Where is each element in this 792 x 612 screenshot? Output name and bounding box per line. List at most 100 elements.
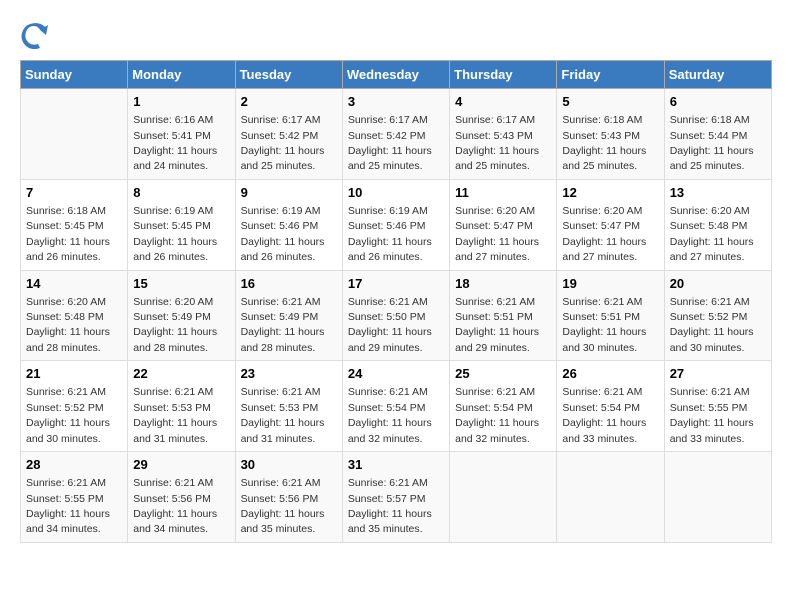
day-number: 11 xyxy=(455,184,551,202)
calendar-cell: 10 Sunrise: 6:19 AMSunset: 5:46 PMDaylig… xyxy=(342,179,449,270)
day-info: Sunrise: 6:17 AMSunset: 5:42 PMDaylight:… xyxy=(348,114,432,172)
header-day: Tuesday xyxy=(235,61,342,89)
day-number: 24 xyxy=(348,365,444,383)
calendar-cell: 23 Sunrise: 6:21 AMSunset: 5:53 PMDaylig… xyxy=(235,361,342,452)
day-info: Sunrise: 6:21 AMSunset: 5:57 PMDaylight:… xyxy=(348,477,432,535)
day-number: 17 xyxy=(348,275,444,293)
calendar-cell: 2 Sunrise: 6:17 AMSunset: 5:42 PMDayligh… xyxy=(235,89,342,180)
calendar-cell: 25 Sunrise: 6:21 AMSunset: 5:54 PMDaylig… xyxy=(450,361,557,452)
calendar-cell: 4 Sunrise: 6:17 AMSunset: 5:43 PMDayligh… xyxy=(450,89,557,180)
day-info: Sunrise: 6:21 AMSunset: 5:56 PMDaylight:… xyxy=(241,477,325,535)
calendar-cell: 27 Sunrise: 6:21 AMSunset: 5:55 PMDaylig… xyxy=(664,361,771,452)
day-number: 28 xyxy=(26,456,122,474)
calendar-cell: 6 Sunrise: 6:18 AMSunset: 5:44 PMDayligh… xyxy=(664,89,771,180)
day-number: 18 xyxy=(455,275,551,293)
calendar-cell: 22 Sunrise: 6:21 AMSunset: 5:53 PMDaylig… xyxy=(128,361,235,452)
day-number: 1 xyxy=(133,93,229,111)
logo xyxy=(20,20,54,50)
calendar-cell xyxy=(664,452,771,543)
header-row: SundayMondayTuesdayWednesdayThursdayFrid… xyxy=(21,61,772,89)
day-info: Sunrise: 6:19 AMSunset: 5:45 PMDaylight:… xyxy=(133,205,217,263)
day-number: 14 xyxy=(26,275,122,293)
day-info: Sunrise: 6:17 AMSunset: 5:43 PMDaylight:… xyxy=(455,114,539,172)
day-info: Sunrise: 6:21 AMSunset: 5:54 PMDaylight:… xyxy=(455,386,539,444)
day-number: 3 xyxy=(348,93,444,111)
calendar-cell: 14 Sunrise: 6:20 AMSunset: 5:48 PMDaylig… xyxy=(21,270,128,361)
calendar-body: 1 Sunrise: 6:16 AMSunset: 5:41 PMDayligh… xyxy=(21,89,772,543)
day-info: Sunrise: 6:20 AMSunset: 5:48 PMDaylight:… xyxy=(670,205,754,263)
calendar-cell: 1 Sunrise: 6:16 AMSunset: 5:41 PMDayligh… xyxy=(128,89,235,180)
day-info: Sunrise: 6:21 AMSunset: 5:51 PMDaylight:… xyxy=(562,296,646,354)
day-number: 30 xyxy=(241,456,337,474)
day-number: 26 xyxy=(562,365,658,383)
day-info: Sunrise: 6:21 AMSunset: 5:54 PMDaylight:… xyxy=(562,386,646,444)
day-info: Sunrise: 6:21 AMSunset: 5:51 PMDaylight:… xyxy=(455,296,539,354)
week-row: 14 Sunrise: 6:20 AMSunset: 5:48 PMDaylig… xyxy=(21,270,772,361)
calendar-cell: 29 Sunrise: 6:21 AMSunset: 5:56 PMDaylig… xyxy=(128,452,235,543)
day-number: 27 xyxy=(670,365,766,383)
day-number: 10 xyxy=(348,184,444,202)
calendar-cell: 11 Sunrise: 6:20 AMSunset: 5:47 PMDaylig… xyxy=(450,179,557,270)
calendar-cell: 5 Sunrise: 6:18 AMSunset: 5:43 PMDayligh… xyxy=(557,89,664,180)
calendar-cell: 3 Sunrise: 6:17 AMSunset: 5:42 PMDayligh… xyxy=(342,89,449,180)
day-info: Sunrise: 6:21 AMSunset: 5:53 PMDaylight:… xyxy=(241,386,325,444)
week-row: 28 Sunrise: 6:21 AMSunset: 5:55 PMDaylig… xyxy=(21,452,772,543)
calendar-cell: 24 Sunrise: 6:21 AMSunset: 5:54 PMDaylig… xyxy=(342,361,449,452)
logo-icon xyxy=(20,20,50,50)
day-info: Sunrise: 6:20 AMSunset: 5:47 PMDaylight:… xyxy=(455,205,539,263)
day-number: 15 xyxy=(133,275,229,293)
header xyxy=(20,20,772,50)
calendar-cell: 7 Sunrise: 6:18 AMSunset: 5:45 PMDayligh… xyxy=(21,179,128,270)
day-info: Sunrise: 6:21 AMSunset: 5:54 PMDaylight:… xyxy=(348,386,432,444)
calendar-cell: 17 Sunrise: 6:21 AMSunset: 5:50 PMDaylig… xyxy=(342,270,449,361)
calendar-cell: 28 Sunrise: 6:21 AMSunset: 5:55 PMDaylig… xyxy=(21,452,128,543)
day-info: Sunrise: 6:19 AMSunset: 5:46 PMDaylight:… xyxy=(348,205,432,263)
day-info: Sunrise: 6:20 AMSunset: 5:48 PMDaylight:… xyxy=(26,296,110,354)
day-info: Sunrise: 6:21 AMSunset: 5:56 PMDaylight:… xyxy=(133,477,217,535)
header-day: Sunday xyxy=(21,61,128,89)
week-row: 1 Sunrise: 6:16 AMSunset: 5:41 PMDayligh… xyxy=(21,89,772,180)
calendar-cell: 9 Sunrise: 6:19 AMSunset: 5:46 PMDayligh… xyxy=(235,179,342,270)
day-number: 2 xyxy=(241,93,337,111)
day-info: Sunrise: 6:16 AMSunset: 5:41 PMDaylight:… xyxy=(133,114,217,172)
day-number: 9 xyxy=(241,184,337,202)
week-row: 21 Sunrise: 6:21 AMSunset: 5:52 PMDaylig… xyxy=(21,361,772,452)
day-number: 16 xyxy=(241,275,337,293)
calendar-cell: 21 Sunrise: 6:21 AMSunset: 5:52 PMDaylig… xyxy=(21,361,128,452)
header-day: Saturday xyxy=(664,61,771,89)
day-number: 12 xyxy=(562,184,658,202)
calendar-cell xyxy=(21,89,128,180)
day-number: 8 xyxy=(133,184,229,202)
calendar-cell: 8 Sunrise: 6:19 AMSunset: 5:45 PMDayligh… xyxy=(128,179,235,270)
day-number: 21 xyxy=(26,365,122,383)
calendar-cell: 16 Sunrise: 6:21 AMSunset: 5:49 PMDaylig… xyxy=(235,270,342,361)
day-info: Sunrise: 6:21 AMSunset: 5:55 PMDaylight:… xyxy=(670,386,754,444)
calendar-cell xyxy=(450,452,557,543)
calendar-cell: 13 Sunrise: 6:20 AMSunset: 5:48 PMDaylig… xyxy=(664,179,771,270)
calendar-cell: 12 Sunrise: 6:20 AMSunset: 5:47 PMDaylig… xyxy=(557,179,664,270)
day-number: 4 xyxy=(455,93,551,111)
header-day: Monday xyxy=(128,61,235,89)
day-number: 25 xyxy=(455,365,551,383)
calendar-cell: 26 Sunrise: 6:21 AMSunset: 5:54 PMDaylig… xyxy=(557,361,664,452)
day-number: 31 xyxy=(348,456,444,474)
day-info: Sunrise: 6:20 AMSunset: 5:49 PMDaylight:… xyxy=(133,296,217,354)
calendar-cell: 30 Sunrise: 6:21 AMSunset: 5:56 PMDaylig… xyxy=(235,452,342,543)
header-day: Friday xyxy=(557,61,664,89)
week-row: 7 Sunrise: 6:18 AMSunset: 5:45 PMDayligh… xyxy=(21,179,772,270)
day-info: Sunrise: 6:21 AMSunset: 5:52 PMDaylight:… xyxy=(670,296,754,354)
calendar-table: SundayMondayTuesdayWednesdayThursdayFrid… xyxy=(20,60,772,543)
calendar-cell: 19 Sunrise: 6:21 AMSunset: 5:51 PMDaylig… xyxy=(557,270,664,361)
day-info: Sunrise: 6:17 AMSunset: 5:42 PMDaylight:… xyxy=(241,114,325,172)
day-info: Sunrise: 6:18 AMSunset: 5:43 PMDaylight:… xyxy=(562,114,646,172)
header-day: Wednesday xyxy=(342,61,449,89)
calendar-cell: 15 Sunrise: 6:20 AMSunset: 5:49 PMDaylig… xyxy=(128,270,235,361)
day-number: 20 xyxy=(670,275,766,293)
day-info: Sunrise: 6:21 AMSunset: 5:52 PMDaylight:… xyxy=(26,386,110,444)
day-number: 5 xyxy=(562,93,658,111)
day-info: Sunrise: 6:21 AMSunset: 5:53 PMDaylight:… xyxy=(133,386,217,444)
day-number: 6 xyxy=(670,93,766,111)
calendar-cell: 31 Sunrise: 6:21 AMSunset: 5:57 PMDaylig… xyxy=(342,452,449,543)
calendar-cell: 18 Sunrise: 6:21 AMSunset: 5:51 PMDaylig… xyxy=(450,270,557,361)
day-number: 29 xyxy=(133,456,229,474)
